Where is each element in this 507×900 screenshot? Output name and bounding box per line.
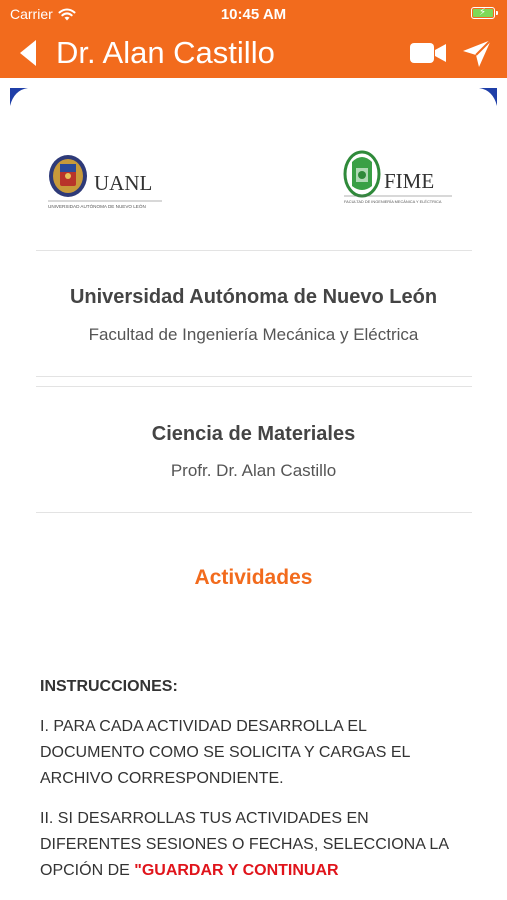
- instructions-block: INSTRUCCIONES: I. PARA CADA ACTIVIDAD DE…: [40, 674, 470, 898]
- status-bar: Carrier 10:45 AM ⚡: [0, 0, 507, 28]
- uanl-logo: UANL UNIVERSIDAD AUTÓNOMA DE NUEVO LEÓN: [48, 155, 162, 209]
- instructions-heading: INSTRUCCIONES:: [40, 678, 178, 695]
- fime-logo: FIME FACULTAD DE INGENIERÍA MECÁNICA Y E…: [343, 150, 452, 204]
- video-call-icon[interactable]: [409, 41, 447, 65]
- university-title: Universidad Autónoma de Nuevo León: [69, 286, 438, 308]
- divider: [36, 250, 472, 251]
- faculty-name: Facultad de Ingeniería Mecánica y Eléctr…: [88, 325, 419, 344]
- course-title: Ciencia de Materiales: [151, 423, 356, 445]
- divider: [36, 512, 472, 513]
- section-title: Actividades: [194, 566, 313, 589]
- battery-charging-icon: ⚡: [471, 7, 498, 19]
- instruction-item: II. SI DESARROLLAS TUS ACTIVIDADES EN DI…: [40, 806, 470, 884]
- svg-text:FACULTAD DE INGENIERÍA MECÁNIC: FACULTAD DE INGENIERÍA MECÁNICA Y ELÉCTR…: [344, 199, 442, 204]
- document-content[interactable]: UANL UNIVERSIDAD AUTÓNOMA DE NUEVO LEÓN …: [0, 78, 507, 900]
- professor-name: Profr. Dr. Alan Castillo: [170, 461, 337, 480]
- navigation-bar: Dr. Alan Castillo: [0, 28, 507, 78]
- corner-decoration: [479, 88, 497, 106]
- svg-text:FIME: FIME: [384, 169, 434, 193]
- chat-title: Dr. Alan Castillo: [56, 35, 275, 70]
- send-icon[interactable]: [461, 38, 493, 68]
- svg-text:UANL: UANL: [94, 171, 152, 195]
- back-arrow-icon[interactable]: [14, 38, 42, 68]
- corner-decoration: [10, 88, 28, 106]
- instruction-item: I. PARA CADA ACTIVIDAD DESARROLLA EL DOC…: [40, 718, 410, 787]
- charging-bolt-icon: ⚡: [479, 7, 487, 18]
- status-time: 10:45 AM: [220, 6, 287, 23]
- divider: [36, 386, 472, 387]
- divider: [36, 376, 472, 377]
- svg-text:UNIVERSIDAD AUTÓNOMA DE NUEVO: UNIVERSIDAD AUTÓNOMA DE NUEVO LEÓN: [48, 203, 146, 209]
- instruction-highlight: "GUARDAR Y CONTINUAR: [134, 862, 339, 879]
